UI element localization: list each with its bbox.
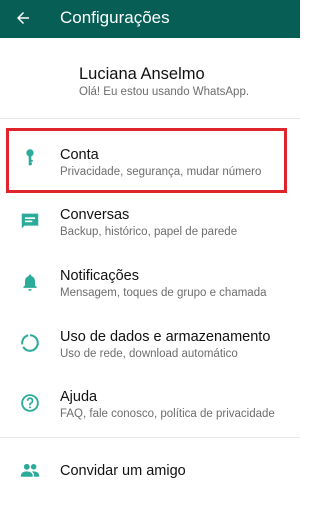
divider	[0, 118, 300, 119]
settings-item-label: Conversas	[60, 207, 130, 223]
profile-row[interactable]: Luciana Anselmo Olá! Eu estou usando Wha…	[0, 38, 300, 118]
help-icon	[17, 390, 43, 416]
settings-item-label: Notificações	[60, 268, 139, 284]
bell-icon	[17, 269, 43, 295]
app-bar: Configurações	[0, 0, 300, 38]
settings-item-label: Uso de dados e armazenamento	[60, 329, 271, 345]
settings-item-invite[interactable]: Convidar um amigo	[0, 441, 300, 501]
avatar[interactable]	[10, 60, 52, 102]
settings-item-notifications[interactable]: Notificações Mensagem, toques de grupo e…	[0, 255, 300, 315]
settings-item-label: Convidar um amigo	[60, 463, 186, 479]
settings-item-chats[interactable]: Conversas Backup, histórico, papel de pa…	[0, 194, 300, 254]
settings-item-data-storage[interactable]: Uso de dados e armazenamento Uso de rede…	[0, 316, 300, 376]
settings-item-subtitle: FAQ, fale conosco, política de privacida…	[60, 408, 275, 420]
back-arrow-icon[interactable]	[9, 4, 37, 32]
chat-icon	[17, 208, 43, 234]
settings-item-subtitle: Uso de rede, download automático	[60, 348, 238, 360]
profile-name: Luciana Anselmo	[79, 65, 205, 83]
settings-item-label: Ajuda	[60, 389, 98, 405]
people-icon	[17, 457, 43, 483]
settings-item-subtitle: Backup, histórico, papel de parede	[60, 226, 238, 238]
page-title: Configurações	[60, 8, 170, 27]
data-usage-icon	[17, 330, 43, 356]
profile-status: Olá! Eu estou usando WhatsApp.	[79, 86, 250, 98]
highlight-box	[6, 128, 287, 193]
settings-item-subtitle: Mensagem, toques de grupo e chamada	[60, 287, 267, 299]
settings-item-help[interactable]: Ajuda FAQ, fale conosco, política de pri…	[0, 377, 300, 437]
divider	[0, 437, 300, 438]
